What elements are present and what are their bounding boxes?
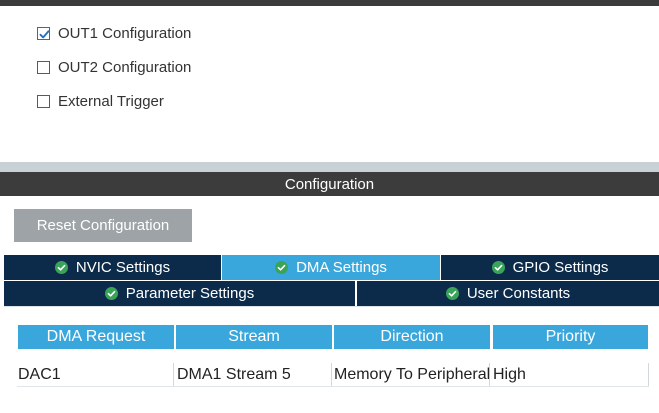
tab-dma-settings[interactable]: DMA Settings [222, 255, 440, 280]
column-header-dma-request[interactable]: DMA Request [18, 325, 174, 349]
check-circle-icon [491, 261, 505, 274]
cell-dma-request[interactable]: DAC1 [16, 363, 174, 387]
dma-settings-panel [4, 306, 659, 413]
tab-parameter-settings-label: Parameter Settings [125, 285, 255, 302]
stm32-dac-config-panel: OUT1 Configuration OUT2 Configuration Ex… [0, 0, 659, 413]
cell-priority[interactable]: High [491, 363, 649, 387]
tab-nvic-settings-label: NVIC Settings [75, 259, 171, 276]
reset-configuration-button[interactable]: Reset Configuration [14, 209, 192, 242]
table-row-divider [17, 386, 649, 387]
checkmark-icon [39, 29, 50, 38]
tab-nvic-settings[interactable]: NVIC Settings [4, 255, 221, 280]
tab-gpio-settings[interactable]: GPIO Settings [441, 255, 659, 280]
configuration-header: Configuration [0, 172, 659, 196]
check-circle-icon [445, 287, 459, 300]
mode-header-bar [0, 0, 659, 6]
column-header-label: DMA Request [46, 328, 146, 345]
cell-direction[interactable]: Memory To Peripheral [332, 363, 490, 387]
external-trigger-label: External Trigger [58, 92, 164, 110]
tab-gpio-settings-label: GPIO Settings [512, 259, 609, 276]
column-header-priority[interactable]: Priority [493, 325, 648, 349]
check-circle-icon [104, 287, 118, 300]
tab-user-constants-label: User Constants [466, 285, 571, 302]
tab-user-constants[interactable]: User Constants [357, 281, 659, 306]
external-trigger-option[interactable]: External Trigger [37, 92, 164, 110]
out1-config-option[interactable]: OUT1 Configuration [37, 24, 191, 42]
reset-configuration-label: Reset Configuration [36, 217, 170, 234]
check-circle-icon [54, 261, 68, 274]
cell-stream[interactable]: DMA1 Stream 5 [175, 363, 332, 387]
column-header-direction[interactable]: Direction [334, 325, 490, 349]
column-header-label: Direction [380, 328, 444, 345]
out1-label: OUT1 Configuration [58, 24, 192, 42]
tab-parameter-settings[interactable]: Parameter Settings [4, 281, 355, 306]
out2-config-option[interactable]: OUT2 Configuration [37, 58, 191, 76]
section-divider[interactable] [0, 162, 659, 172]
column-header-label: Priority [545, 328, 596, 345]
column-header-stream[interactable]: Stream [176, 325, 332, 349]
out2-checkbox[interactable] [37, 60, 50, 74]
column-header-label: Stream [228, 328, 280, 345]
out2-label: OUT2 Configuration [58, 58, 192, 76]
external-trigger-checkbox[interactable] [37, 94, 50, 108]
configuration-title: Configuration [284, 175, 375, 193]
tab-dma-settings-label: DMA Settings [296, 259, 387, 276]
out1-checkbox[interactable] [37, 26, 50, 40]
check-circle-icon [275, 261, 289, 274]
